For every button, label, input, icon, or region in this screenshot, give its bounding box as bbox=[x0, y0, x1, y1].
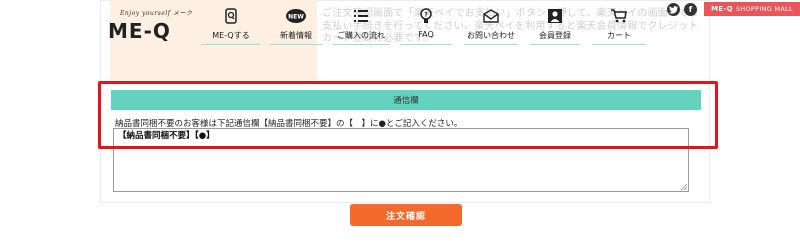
nav-item-register[interactable]: 会員登録 bbox=[524, 6, 586, 46]
nav-underline bbox=[530, 44, 580, 45]
mall-label: SHOPPING MALL bbox=[735, 5, 793, 13]
nav-label: カート bbox=[607, 31, 631, 40]
nav-item-me-q[interactable]: ME-Qする bbox=[196, 6, 266, 46]
svg-text:NEW: NEW bbox=[288, 14, 304, 21]
svg-text:?: ? bbox=[424, 12, 428, 19]
phone-q-icon bbox=[220, 6, 242, 26]
nav-underline bbox=[270, 44, 322, 45]
nav-label: 会員登録 bbox=[539, 31, 571, 40]
shopping-mall-link[interactable]: ME-Q SHOPPING MALL bbox=[704, 2, 800, 16]
resize-handle-icon[interactable] bbox=[680, 183, 688, 191]
nav-label: 新着情報 bbox=[280, 31, 312, 40]
new-badge-icon: NEW bbox=[285, 6, 307, 26]
nav-item-purchase-flow[interactable]: ご購入の流れ bbox=[326, 6, 396, 46]
nav-item-contact[interactable]: お問い合わせ bbox=[458, 6, 524, 46]
cart-icon bbox=[608, 6, 630, 26]
question-bulb-icon: ? bbox=[415, 6, 437, 26]
twitter-icon[interactable] bbox=[667, 3, 680, 16]
nav-label: ご購入の流れ bbox=[337, 31, 385, 40]
nav-underline bbox=[592, 44, 646, 45]
nav-label: お問い合わせ bbox=[467, 31, 515, 40]
facebook-icon[interactable]: f bbox=[684, 3, 697, 16]
nav-underline bbox=[400, 44, 452, 45]
list-icon bbox=[350, 6, 372, 26]
order-confirm-button[interactable]: 注文確認 bbox=[350, 204, 462, 226]
nav-item-news[interactable]: NEW 新着情報 bbox=[264, 6, 328, 46]
mail-icon bbox=[480, 6, 502, 26]
mall-brand: ME-Q bbox=[711, 5, 733, 13]
nav-label: ME-Qする bbox=[212, 31, 250, 40]
nav-item-faq[interactable]: ? FAQ bbox=[394, 6, 458, 46]
site-header: Enjoy yourself メーク ME-Q ME-Qする NEW 新着情報 … bbox=[0, 0, 800, 48]
nav-underline bbox=[202, 44, 260, 45]
nav-label: FAQ bbox=[418, 30, 434, 39]
nav-underline bbox=[332, 44, 390, 45]
nav-item-cart[interactable]: カート bbox=[586, 6, 652, 46]
me-q-logo[interactable]: Enjoy yourself メーク ME-Q bbox=[108, 8, 192, 44]
logo-text: ME-Q bbox=[108, 19, 171, 43]
nav-underline bbox=[464, 44, 518, 45]
logo-tagline: Enjoy yourself メーク bbox=[120, 10, 193, 17]
user-icon bbox=[544, 6, 566, 26]
highlight-annotation-box bbox=[98, 81, 718, 149]
